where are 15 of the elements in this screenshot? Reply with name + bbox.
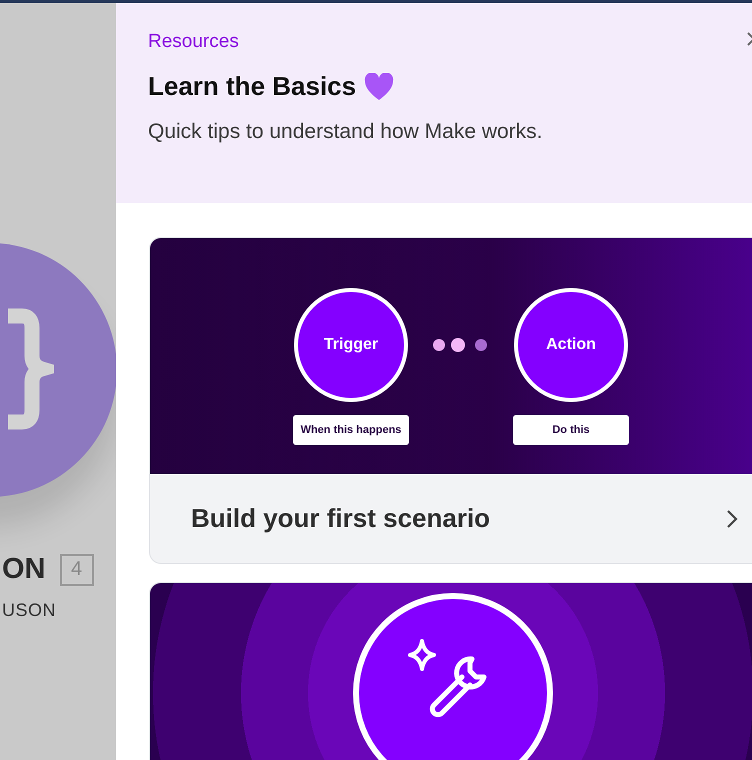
node-circle: Trigger [294, 288, 408, 402]
brace-icon [8, 308, 54, 430]
item-name: ON [2, 553, 46, 586]
chevron-right-icon[interactable] [726, 508, 738, 528]
node-caption: Do this [513, 415, 629, 445]
panel-description: Quick tips to understand how Make works. [148, 120, 544, 144]
heart-icon [364, 72, 394, 100]
card-title: Build your first scenario [191, 503, 492, 534]
node-circle: Action [514, 288, 628, 402]
count-badge: 4 [60, 554, 94, 586]
scenario-card[interactable]: Trigger When this happens Action Do this Build your first scenario [149, 237, 752, 564]
item-type: USON [2, 600, 56, 621]
node-caption: When this happens [293, 415, 409, 445]
section-label: Resources [148, 31, 240, 53]
panel-title: Learn the Basics [148, 71, 356, 102]
